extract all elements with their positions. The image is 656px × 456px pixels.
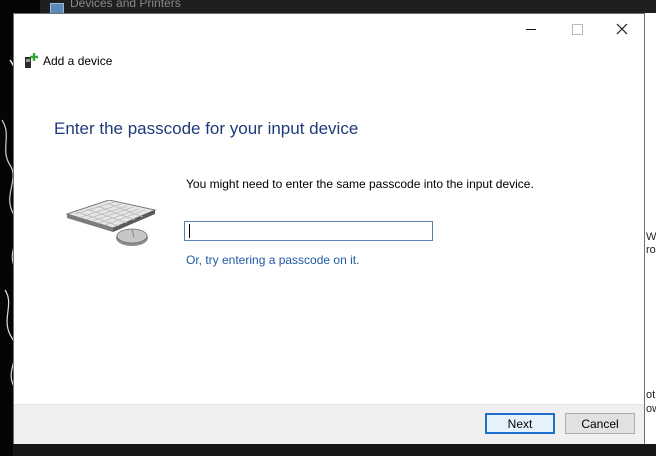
text-caret [189,224,190,238]
instruction-text: You might need to enter the same passcod… [186,177,534,191]
dialog-titlebar[interactable] [14,14,644,44]
cancel-button[interactable]: Cancel [565,413,635,434]
add-device-icon [24,53,38,69]
devices-printers-icon [50,3,64,13]
minimize-icon [526,28,536,30]
passcode-input[interactable] [184,221,433,241]
dialog-app-header: Add a device [24,52,112,70]
minimize-button[interactable] [508,14,554,44]
dialog-app-title: Add a device [43,54,113,68]
background-window-content: Wi ro ot ow [645,13,656,456]
enter-passcode-on-device-link[interactable]: Or, try entering a passcode on it. [186,253,359,267]
background-device-label: ot [646,389,656,401]
keyboard-mouse-icon [65,199,160,250]
close-icon [616,23,628,35]
background-device-label: ow [646,403,656,415]
background-window-title: Devices and Printers [70,0,181,10]
background-device-label: Wi [646,231,656,243]
maximize-icon [571,23,583,35]
background-device-label: ro [646,244,656,256]
maximize-button[interactable] [554,14,600,44]
close-button[interactable] [599,14,645,44]
background-window-titlebar: Devices and Printers [40,0,656,13]
page-title: Enter the passcode for your input device [54,119,359,138]
add-device-dialog: Add a device Enter the passcode for your… [13,13,645,444]
taskbar-strip [13,444,656,456]
dialog-footer: Next Cancel [14,404,644,444]
next-button[interactable]: Next [485,413,555,434]
